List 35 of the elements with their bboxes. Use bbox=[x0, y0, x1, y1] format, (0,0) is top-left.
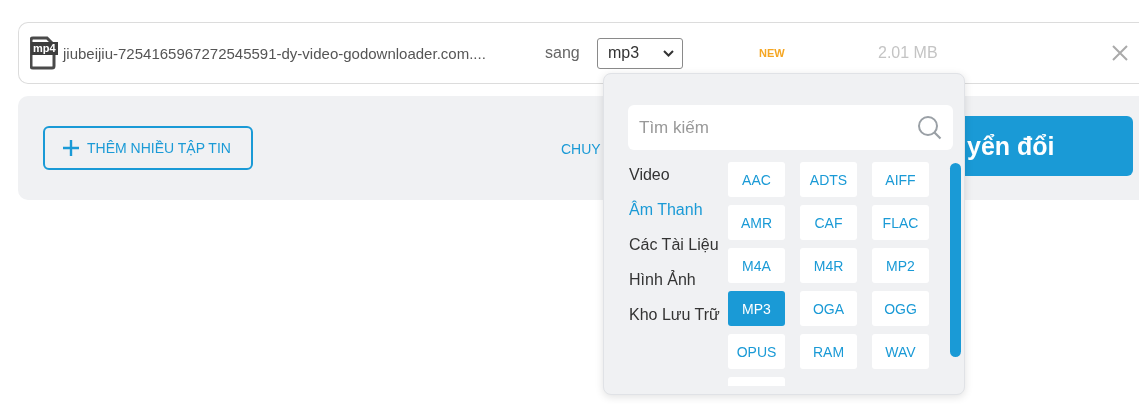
format-badge: mp4 bbox=[31, 42, 58, 55]
search-icon[interactable] bbox=[917, 115, 943, 141]
format-option[interactable]: ADTS bbox=[800, 162, 857, 197]
chevron-icon bbox=[663, 49, 674, 57]
format-select[interactable]: mp3 bbox=[597, 37, 683, 69]
format-option[interactable]: MP3 bbox=[728, 291, 785, 326]
format-option[interactable]: OGA bbox=[800, 291, 857, 326]
format-option[interactable]: OGG bbox=[872, 291, 929, 326]
format-option[interactable]: WAV bbox=[872, 334, 929, 369]
category-item[interactable]: Các Tài Liệu bbox=[629, 227, 728, 262]
category-item[interactable]: Hình Ảnh bbox=[629, 262, 728, 297]
format-option[interactable]: CAF bbox=[800, 205, 857, 240]
file-icon bbox=[30, 36, 56, 70]
add-files-button[interactable]: THÊM NHIỀU TẬP TIN bbox=[43, 126, 253, 170]
format-option[interactable]: AMR bbox=[728, 205, 785, 240]
to-label: sang bbox=[545, 44, 581, 62]
format-option[interactable]: MP2 bbox=[872, 248, 929, 283]
category-item[interactable]: Âm Thanh bbox=[629, 192, 728, 227]
format-option[interactable]: AIFF bbox=[872, 162, 929, 197]
new-label: NEW bbox=[759, 47, 786, 59]
format-option[interactable]: M4A bbox=[728, 248, 785, 283]
convert-all-link[interactable]: CHUY bbox=[561, 141, 601, 157]
close-icon[interactable] bbox=[1112, 45, 1128, 61]
file-size: 2.01 MB bbox=[878, 44, 939, 62]
scrollbar[interactable] bbox=[950, 163, 961, 357]
category-item[interactable]: Video bbox=[629, 157, 728, 192]
plus-icon bbox=[63, 140, 79, 156]
format-option[interactable]: M4R bbox=[800, 248, 857, 283]
search-field[interactable]: Tìm kiếm bbox=[628, 105, 953, 150]
format-option[interactable]: RAM bbox=[800, 334, 857, 369]
format-option[interactable]: FLAC bbox=[872, 205, 929, 240]
category-item[interactable]: Kho Lưu Trữ bbox=[629, 297, 728, 332]
format-option[interactable]: AAC bbox=[728, 162, 785, 197]
format-option[interactable]: OPUS bbox=[728, 334, 785, 369]
file-name: jiubeijiu-7254165967272545591-dy-video-godownloader.com.... bbox=[63, 44, 487, 62]
